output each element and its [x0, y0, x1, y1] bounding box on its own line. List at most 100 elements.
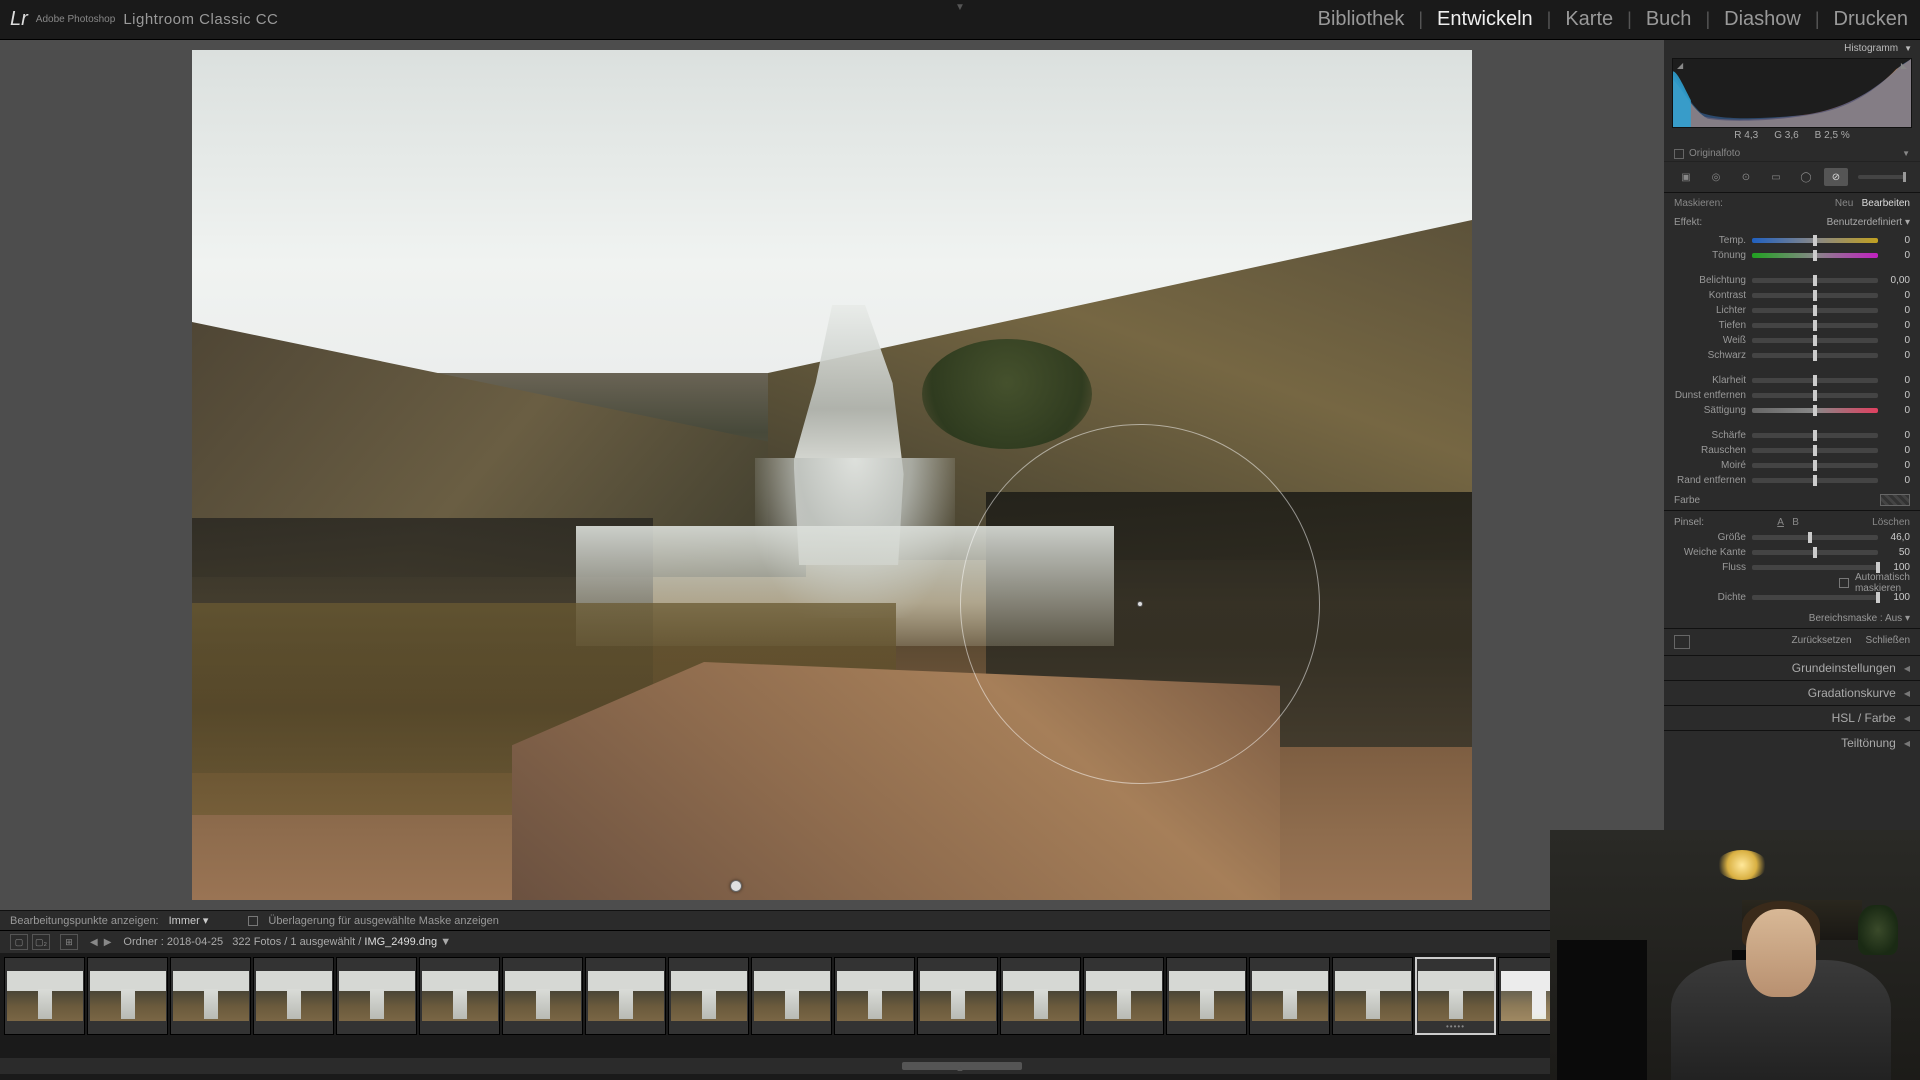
module-library[interactable]: Bibliothek — [1318, 8, 1405, 31]
range-mask-row[interactable]: Bereichsmaske : Aus ▾ — [1664, 609, 1920, 628]
brush-flow-slider[interactable] — [1752, 565, 1878, 570]
whites-slider[interactable] — [1752, 338, 1878, 343]
photo-canvas[interactable] — [192, 50, 1472, 900]
filmstrip-thumb[interactable] — [1166, 957, 1247, 1035]
module-book[interactable]: Buch — [1646, 8, 1692, 31]
filmstrip-thumb[interactable] — [336, 957, 417, 1035]
prev-photo-icon[interactable]: ◀ — [88, 937, 100, 948]
sharpness-value[interactable]: 0 — [1884, 430, 1910, 441]
filmstrip-thumb[interactable] — [419, 957, 500, 1035]
filmstrip-thumb[interactable] — [751, 957, 832, 1035]
contrast-value[interactable]: 0 — [1884, 290, 1910, 301]
sharpness-slider[interactable] — [1752, 433, 1878, 438]
filmstrip-thumb[interactable] — [917, 957, 998, 1035]
module-print[interactable]: Drucken — [1834, 8, 1908, 31]
brush-feather-slider[interactable] — [1752, 550, 1878, 555]
show-pins-dropdown[interactable]: Immer ▾ — [169, 914, 209, 927]
tool-amount-slider[interactable] — [1858, 175, 1906, 179]
highlights-slider[interactable] — [1752, 308, 1878, 313]
second-window-icon[interactable]: ▢₂ — [32, 934, 50, 950]
automask-checkbox[interactable] — [1839, 578, 1849, 588]
exposure-slider[interactable] — [1752, 278, 1878, 283]
brush-density-slider[interactable] — [1752, 595, 1878, 600]
filmstrip-thumb[interactable] — [834, 957, 915, 1035]
blacks-slider[interactable] — [1752, 353, 1878, 358]
main-window-icon[interactable]: ▢ — [10, 934, 28, 950]
module-slideshow[interactable]: Diashow — [1724, 8, 1801, 31]
filmstrip-thumb[interactable] — [1249, 957, 1330, 1035]
whites-value[interactable]: 0 — [1884, 335, 1910, 346]
tint-slider[interactable] — [1752, 253, 1878, 258]
mask-edit-tab[interactable]: Bearbeiten — [1862, 198, 1910, 209]
original-photo-checkbox[interactable] — [1674, 149, 1684, 159]
panel-hsl[interactable]: HSL / Farbe◀ — [1664, 705, 1920, 730]
overlay-checkbox[interactable] — [248, 916, 258, 926]
filmstrip-thumb[interactable] — [1332, 957, 1413, 1035]
adjustment-pin[interactable] — [730, 880, 742, 892]
temp-value[interactable]: 0 — [1884, 235, 1910, 246]
grid-view-icon[interactable]: ⊞ — [60, 934, 78, 950]
dehaze-slider[interactable] — [1752, 393, 1878, 398]
highlights-value[interactable]: 0 — [1884, 305, 1910, 316]
redeye-tool-icon[interactable]: ⊙ — [1734, 168, 1758, 186]
highlight-clip-icon[interactable]: ◣ — [1901, 61, 1907, 70]
panel-basic[interactable]: Grundeinstellungen◀ — [1664, 655, 1920, 680]
moire-slider[interactable] — [1752, 463, 1878, 468]
radial-tool-icon[interactable]: ◯ — [1794, 168, 1818, 186]
brush-tool-icon[interactable]: ⊘ — [1824, 168, 1848, 186]
spot-tool-icon[interactable]: ◎ — [1704, 168, 1728, 186]
brush-tab-b[interactable]: B — [1792, 517, 1799, 528]
brush-size-value[interactable]: 46,0 — [1884, 532, 1910, 543]
panel-toggle-top-icon[interactable]: ▼ — [955, 2, 965, 13]
color-swatch[interactable] — [1880, 494, 1910, 506]
filmstrip-thumb[interactable] — [170, 957, 251, 1035]
crop-tool-icon[interactable]: ▣ — [1674, 168, 1698, 186]
clarity-value[interactable]: 0 — [1884, 375, 1910, 386]
filmstrip-thumb[interactable] — [1083, 957, 1164, 1035]
brush-density-value[interactable]: 100 — [1884, 592, 1910, 603]
panel-tone-curve[interactable]: Gradationskurve◀ — [1664, 680, 1920, 705]
blacks-value[interactable]: 0 — [1884, 350, 1910, 361]
gradient-tool-icon[interactable]: ▭ — [1764, 168, 1788, 186]
reset-button[interactable]: Zurücksetzen — [1792, 635, 1852, 649]
filmstrip-thumb[interactable] — [1000, 957, 1081, 1035]
noise-slider[interactable] — [1752, 448, 1878, 453]
clarity-slider[interactable] — [1752, 378, 1878, 383]
next-photo-icon[interactable]: ▶ — [102, 937, 114, 948]
filmstrip-thumb[interactable] — [87, 957, 168, 1035]
filmstrip-thumb[interactable]: ••••• — [1415, 957, 1496, 1035]
exposure-value[interactable]: 0,00 — [1884, 275, 1910, 286]
dehaze-value[interactable]: 0 — [1884, 390, 1910, 401]
temp-slider[interactable] — [1752, 238, 1878, 243]
histogram-collapse-icon[interactable]: ▼ — [1904, 44, 1912, 53]
brush-feather-value[interactable]: 50 — [1884, 547, 1910, 558]
effect-dropdown[interactable]: Benutzerdefiniert ▾ — [1827, 217, 1910, 228]
brush-tab-a[interactable]: A — [1777, 517, 1784, 528]
brush-size-slider[interactable] — [1752, 535, 1878, 540]
saturation-value[interactable]: 0 — [1884, 405, 1910, 416]
noise-value[interactable]: 0 — [1884, 445, 1910, 456]
defringe-slider[interactable] — [1752, 478, 1878, 483]
filmstrip-thumb[interactable] — [668, 957, 749, 1035]
shadows-slider[interactable] — [1752, 323, 1878, 328]
shadows-value[interactable]: 0 — [1884, 320, 1910, 331]
moire-value[interactable]: 0 — [1884, 460, 1910, 471]
defringe-value[interactable]: 0 — [1884, 475, 1910, 486]
panel-toggle-bottom-icon[interactable]: ▲ — [956, 1063, 965, 1073]
filmstrip-thumb[interactable] — [502, 957, 583, 1035]
chevron-icon[interactable]: ▼ — [1902, 149, 1910, 158]
saturation-slider[interactable] — [1752, 408, 1878, 413]
filmstrip-thumb[interactable] — [253, 957, 334, 1035]
panel-split-toning[interactable]: Teiltönung◀ — [1664, 730, 1920, 755]
brush-tab-erase[interactable]: Löschen — [1872, 517, 1910, 528]
module-map[interactable]: Karte — [1565, 8, 1613, 31]
tint-value[interactable]: 0 — [1884, 250, 1910, 261]
shadow-clip-icon[interactable]: ◢ — [1677, 61, 1683, 70]
filmstrip-path[interactable]: Ordner : 2018-04-25 322 Fotos / 1 ausgew… — [123, 936, 451, 948]
histogram[interactable]: ◢ ◣ — [1672, 58, 1912, 128]
module-develop[interactable]: Entwickeln — [1437, 8, 1533, 31]
mask-new-tab[interactable]: Neu — [1835, 198, 1853, 209]
before-after-icon[interactable] — [1674, 635, 1690, 649]
contrast-slider[interactable] — [1752, 293, 1878, 298]
close-button[interactable]: Schließen — [1866, 635, 1910, 649]
